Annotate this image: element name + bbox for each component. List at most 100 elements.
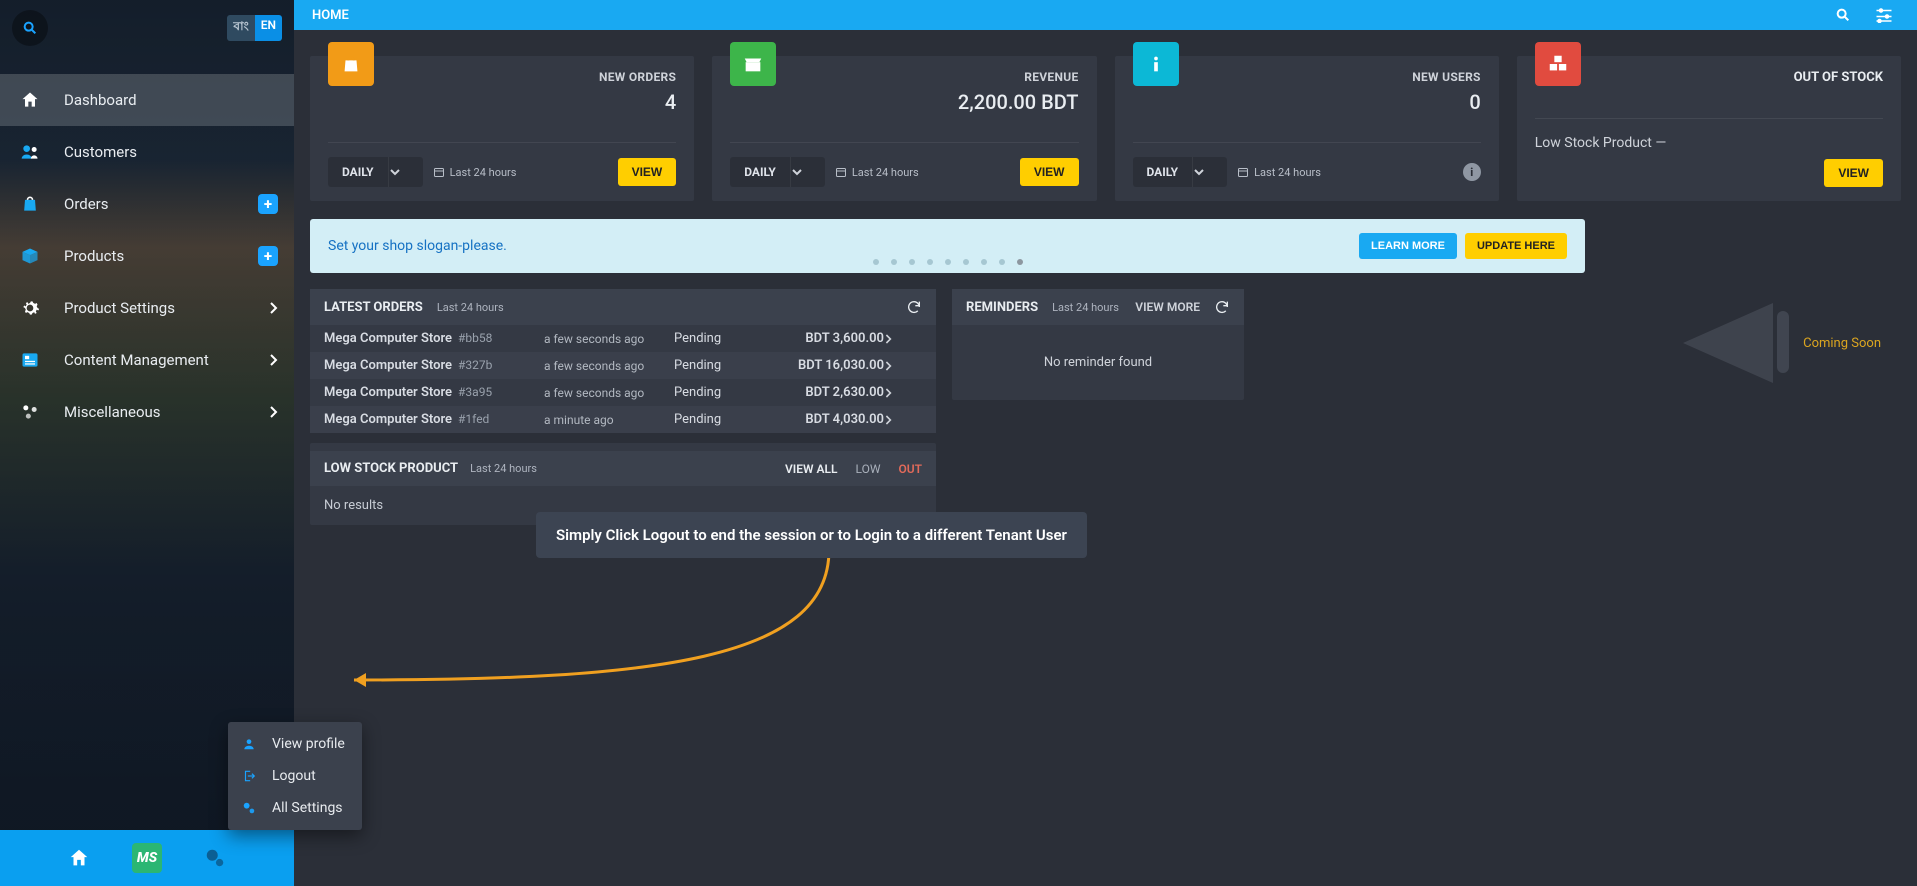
sidebar-nav: Dashboard Customers Orders + Products + bbox=[0, 74, 294, 438]
card-new-users: NEW USERS 0 DAILY Last 24 hours i bbox=[1115, 56, 1499, 201]
period-select[interactable]: DAILY bbox=[730, 157, 825, 187]
language-toggle[interactable]: বাং EN bbox=[227, 15, 282, 41]
sidebar-item-label: Miscellaneous bbox=[64, 403, 161, 421]
app-logo-button[interactable]: MS bbox=[132, 843, 162, 873]
metric-label: NEW ORDERS bbox=[599, 70, 676, 84]
order-row[interactable]: Mega Computer Store#3a95a few seconds ag… bbox=[310, 379, 936, 406]
sidebar-item-dashboard[interactable]: Dashboard bbox=[0, 74, 294, 126]
megaphone-icon bbox=[1669, 303, 1789, 383]
learn-more-button[interactable]: LEARN MORE bbox=[1359, 233, 1457, 259]
panel-range: Last 24 hours bbox=[470, 462, 537, 475]
sidebar-item-orders[interactable]: Orders + bbox=[0, 178, 294, 230]
chevron-right-icon[interactable] bbox=[884, 360, 908, 372]
order-status: Pending bbox=[674, 331, 764, 346]
period-select[interactable]: DAILY bbox=[1133, 157, 1228, 187]
order-row[interactable]: Mega Computer Store#1feda minute agoPend… bbox=[310, 406, 936, 433]
time-range: Last 24 hours bbox=[835, 166, 919, 179]
search-button[interactable] bbox=[12, 10, 48, 46]
panel-range: Last 24 hours bbox=[437, 301, 504, 314]
lang-bn[interactable]: বাং bbox=[227, 15, 254, 41]
refresh-button[interactable] bbox=[1214, 299, 1230, 315]
chevron-down-icon bbox=[389, 167, 423, 177]
empty-state: No reminder found bbox=[952, 325, 1244, 400]
chevron-down-icon bbox=[1193, 167, 1227, 177]
banner-pagination[interactable] bbox=[873, 259, 1023, 265]
orders-badge bbox=[328, 42, 374, 86]
order-store: Mega Computer Store bbox=[324, 412, 452, 427]
chevron-right-icon[interactable] bbox=[884, 414, 908, 426]
panel-title: REMINDERS bbox=[966, 300, 1038, 315]
period-select[interactable]: DAILY bbox=[328, 157, 423, 187]
panel-title: LOW STOCK PRODUCT bbox=[324, 461, 458, 476]
chevron-down-icon bbox=[791, 167, 825, 177]
view-button[interactable]: VIEW bbox=[1824, 159, 1883, 187]
order-amount: BDT 3,600.00 bbox=[764, 331, 884, 346]
view-button[interactable]: VIEW bbox=[618, 158, 677, 186]
info-tooltip-trigger[interactable]: i bbox=[1463, 163, 1481, 181]
home-button[interactable] bbox=[64, 843, 94, 873]
refresh-button[interactable] bbox=[906, 299, 922, 315]
boxes-icon bbox=[1547, 53, 1569, 75]
lang-en[interactable]: EN bbox=[255, 15, 282, 41]
update-here-button[interactable]: UPDATE HERE bbox=[1465, 233, 1567, 259]
menu-item-label: All Settings bbox=[272, 800, 343, 816]
breadcrumb[interactable]: HOME bbox=[312, 8, 349, 23]
order-amount: BDT 4,030.00 bbox=[764, 412, 884, 427]
card-new-orders: NEW ORDERS 4 DAILY Last 24 hours VIEW bbox=[310, 56, 694, 201]
order-row[interactable]: Mega Computer Store#bb58a few seconds ag… bbox=[310, 325, 936, 352]
sidebar-item-content-management[interactable]: Content Management bbox=[0, 334, 294, 386]
filter-low-link[interactable]: LOW bbox=[855, 462, 880, 476]
sidebar-bottom-bar: MS bbox=[0, 830, 294, 886]
metric-label: NEW USERS bbox=[1412, 70, 1481, 84]
filter-out-link[interactable]: OUT bbox=[898, 462, 922, 476]
store-icon bbox=[742, 53, 764, 75]
info-icon bbox=[1145, 53, 1167, 75]
chevron-right-icon[interactable] bbox=[884, 333, 908, 345]
order-row[interactable]: Mega Computer Store#327ba few seconds ag… bbox=[310, 352, 936, 379]
topbar: HOME bbox=[294, 0, 1917, 30]
sidebar-item-miscellaneous[interactable]: Miscellaneous bbox=[0, 386, 294, 438]
panel-range: Last 24 hours bbox=[1052, 301, 1119, 314]
view-all-link[interactable]: VIEW ALL bbox=[785, 462, 838, 476]
banner-text: Set your shop slogan-please. bbox=[328, 238, 507, 254]
orders-list: Mega Computer Store #bb58 a few seconds ag… bbox=[310, 325, 936, 433]
menu-item-view-profile[interactable]: View profile bbox=[228, 728, 362, 760]
calendar-icon bbox=[835, 166, 847, 178]
order-status: Pending bbox=[674, 385, 764, 400]
add-order-button[interactable]: + bbox=[258, 194, 278, 214]
order-id: #bb58 bbox=[458, 331, 492, 345]
refresh-icon bbox=[1214, 299, 1230, 315]
metric-value: 0 bbox=[1412, 90, 1481, 114]
users-icon bbox=[20, 142, 44, 162]
main-content: NEW ORDERS 4 DAILY Last 24 hours VIEW bbox=[294, 30, 1917, 886]
sidebar-item-product-settings[interactable]: Product Settings bbox=[0, 282, 294, 334]
sidebar-item-customers[interactable]: Customers bbox=[0, 126, 294, 178]
settings-gear-button[interactable] bbox=[200, 843, 230, 873]
chevron-right-icon bbox=[268, 301, 278, 315]
coming-soon-panel: Coming Soon bbox=[1260, 289, 1901, 525]
menu-item-logout[interactable]: Logout bbox=[228, 760, 362, 792]
card-out-of-stock: OUT OF STOCK Low Stock Product — VIEW bbox=[1517, 56, 1901, 201]
topbar-search-button[interactable] bbox=[1835, 7, 1859, 23]
view-more-link[interactable]: VIEW MORE bbox=[1135, 300, 1200, 314]
order-id: #1fed bbox=[458, 412, 489, 426]
order-time: a few seconds ago bbox=[544, 386, 674, 400]
sidebar-item-label: Dashboard bbox=[64, 91, 137, 109]
topbar-sliders-button[interactable] bbox=[1875, 7, 1899, 23]
time-range: Last 24 hours bbox=[1237, 166, 1321, 179]
view-button[interactable]: VIEW bbox=[1020, 158, 1079, 186]
coming-soon-label: Coming Soon bbox=[1803, 336, 1881, 351]
order-time: a few seconds ago bbox=[544, 359, 674, 373]
menu-item-all-settings[interactable]: All Settings bbox=[228, 792, 362, 824]
order-time: a minute ago bbox=[544, 413, 674, 427]
low-stock-line: Low Stock Product — bbox=[1535, 118, 1883, 151]
order-store: Mega Computer Store bbox=[324, 331, 452, 346]
add-product-button[interactable]: + bbox=[258, 246, 278, 266]
card-revenue: REVENUE 2,200.00 BDT DAILY Last 24 hours… bbox=[712, 56, 1096, 201]
sliders-icon bbox=[1875, 7, 1893, 23]
lower-panels: LATEST ORDERS Last 24 hours Mega Compute… bbox=[310, 289, 1901, 525]
users-badge bbox=[1133, 42, 1179, 86]
sidebar-item-products[interactable]: Products + bbox=[0, 230, 294, 282]
metric-label: OUT OF STOCK bbox=[1794, 70, 1883, 85]
chevron-right-icon[interactable] bbox=[884, 387, 908, 399]
